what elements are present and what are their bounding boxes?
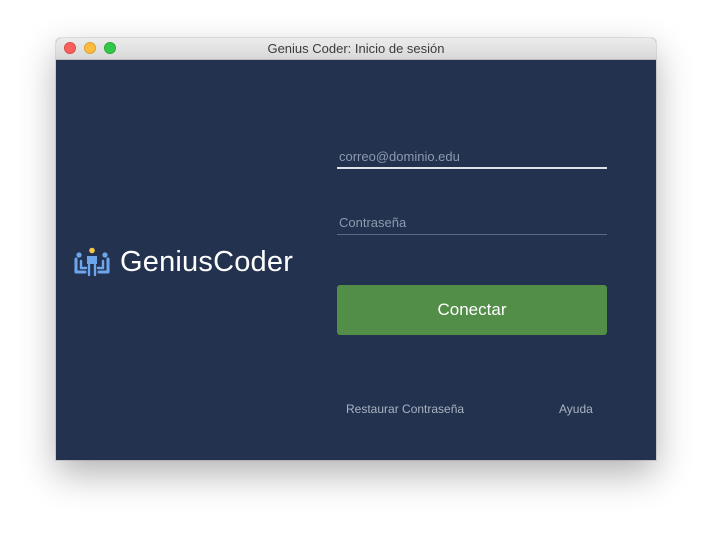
- desktop: Genius Coder: Inicio de sesión GeniusCod…: [0, 0, 712, 534]
- login-window: Genius Coder: Inicio de sesión GeniusCod…: [56, 38, 656, 460]
- logo-text: GeniusCoder: [120, 245, 294, 278]
- window-title: Genius Coder: Inicio de sesión: [267, 41, 445, 56]
- password-underline: [337, 234, 607, 235]
- email-field-group: [337, 145, 607, 169]
- restore-password-link[interactable]: Restaurar Contraseña: [346, 402, 464, 416]
- email-input[interactable]: [337, 145, 607, 167]
- login-panel: GeniusCoder Conectar Restaurar Contraseñ…: [56, 60, 656, 460]
- title-bar[interactable]: Genius Coder: Inicio de sesión: [56, 38, 656, 60]
- password-input[interactable]: [337, 211, 607, 233]
- connect-button[interactable]: Conectar: [337, 285, 607, 335]
- help-link[interactable]: Ayuda: [559, 402, 593, 416]
- app-logo: GeniusCoder: [74, 246, 293, 278]
- email-underline: [337, 167, 607, 169]
- password-field-group: [337, 211, 607, 235]
- people-logo-icon: [74, 247, 110, 277]
